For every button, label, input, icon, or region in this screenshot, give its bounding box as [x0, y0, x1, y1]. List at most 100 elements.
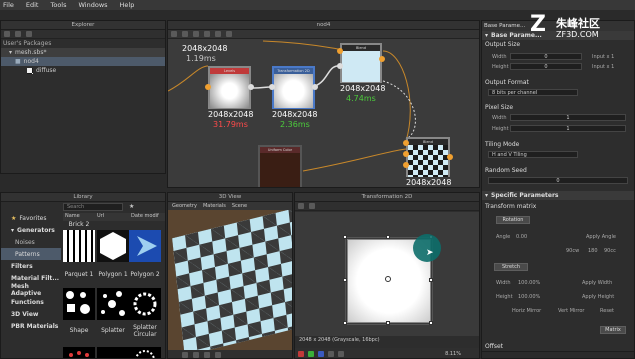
- node-input-pin[interactable]: [337, 63, 343, 69]
- save-icon[interactable]: [26, 31, 32, 37]
- transform-handle[interactable]: [429, 321, 433, 325]
- node-input-pin[interactable]: [205, 84, 211, 90]
- blend-node-2[interactable]: Blend: [406, 137, 450, 177]
- random-seed-field[interactable]: 0: [488, 177, 628, 184]
- base-params-tab[interactable]: Base Parame...: [482, 23, 525, 29]
- menu-help[interactable]: Help: [120, 1, 135, 9]
- new-package-icon[interactable]: [4, 31, 10, 37]
- polygon-2-thumbnail[interactable]: [129, 230, 161, 262]
- apply-width-button[interactable]: Apply Width: [582, 280, 612, 286]
- apply-height-button[interactable]: Apply Height: [582, 294, 614, 300]
- render-icon[interactable]: [204, 352, 210, 358]
- library-search-input[interactable]: Search: [63, 203, 123, 211]
- transform-handle[interactable]: [386, 235, 390, 239]
- menu-windows[interactable]: Windows: [79, 1, 108, 9]
- polygon-1-thumbnail[interactable]: [97, 230, 129, 262]
- transformation-node[interactable]: Transformation 2D: [272, 66, 315, 109]
- 2d-tool-icon[interactable]: [298, 203, 304, 209]
- node-input-pin[interactable]: [403, 162, 409, 168]
- zoom-level[interactable]: 8.11%: [445, 351, 461, 357]
- apply-angle-button[interactable]: Apply Angle: [586, 234, 616, 240]
- pattern-thumbnail[interactable]: [97, 347, 129, 358]
- pixel-height-field[interactable]: 1: [510, 125, 626, 132]
- screenshot-icon[interactable]: [215, 352, 221, 358]
- output-height-field[interactable]: 0: [510, 63, 582, 70]
- transform-handle[interactable]: [343, 235, 347, 239]
- camera-icon[interactable]: [182, 352, 188, 358]
- vert-mirror-button[interactable]: Vert Mirror: [558, 308, 584, 314]
- rotate-90cc-button[interactable]: 90cc: [604, 248, 616, 254]
- menu-geometry[interactable]: Geometry: [172, 203, 197, 209]
- open-icon[interactable]: [15, 31, 21, 37]
- transform-handle[interactable]: [343, 278, 347, 282]
- rotation-button[interactable]: Rotation: [496, 216, 530, 224]
- node-output-pin[interactable]: [248, 84, 254, 90]
- col-name[interactable]: Name: [63, 213, 97, 221]
- parquet-thumbnail[interactable]: [63, 230, 95, 262]
- transform-handle[interactable]: [343, 321, 347, 325]
- matrix-button[interactable]: Matrix: [600, 326, 626, 334]
- angle-value[interactable]: 0.00: [516, 234, 527, 240]
- menu-materials[interactable]: Materials: [203, 203, 226, 209]
- category-mesh-adaptive[interactable]: Mesh Adaptive: [1, 283, 61, 297]
- 3d-viewport[interactable]: [168, 210, 292, 350]
- light-icon[interactable]: [193, 352, 199, 358]
- stretch-height-value[interactable]: 100.00%: [518, 294, 540, 300]
- channel-green-icon[interactable]: [308, 351, 314, 357]
- splatter-circular-thumbnail[interactable]: [129, 288, 161, 320]
- graph-item[interactable]: ■ nod4: [1, 57, 165, 66]
- pattern-thumbnail[interactable]: [63, 347, 95, 358]
- channel-alpha-icon[interactable]: [328, 351, 334, 357]
- output-format-select[interactable]: 8 bits per channel: [488, 89, 578, 96]
- pattern-thumbnail[interactable]: [129, 347, 161, 358]
- node-input-pin[interactable]: [403, 140, 409, 146]
- pivot-handle[interactable]: [385, 276, 391, 282]
- specific-params-header[interactable]: ▾ Specific Parameters: [482, 191, 634, 200]
- output-width-field[interactable]: 0: [510, 53, 582, 60]
- transform-handle[interactable]: [386, 321, 390, 325]
- node-input-pin[interactable]: [269, 84, 275, 90]
- tiling-icon[interactable]: [338, 351, 344, 357]
- node-input-pin[interactable]: [403, 151, 409, 157]
- channel-red-icon[interactable]: [298, 351, 304, 357]
- shape-thumbnail[interactable]: [63, 288, 95, 320]
- menu-edit[interactable]: Edit: [26, 1, 39, 9]
- category-pbr-materials[interactable]: PBR Materials: [1, 320, 61, 332]
- category-generators[interactable]: ▾ Generators: [1, 224, 61, 236]
- menu-scene[interactable]: Scene: [232, 203, 247, 209]
- rotate-180-button[interactable]: 180: [588, 248, 598, 254]
- category-3d-view[interactable]: 3D View: [1, 308, 61, 320]
- favorite-star-icon[interactable]: ★: [129, 203, 134, 210]
- reset-button[interactable]: Reset: [600, 308, 614, 314]
- category-favorites[interactable]: ★ Favorites: [1, 212, 61, 224]
- uniform-color-node[interactable]: Uniform Color: [258, 145, 302, 187]
- blend-node[interactable]: Blend: [340, 43, 382, 83]
- category-patterns[interactable]: Patterns: [1, 248, 61, 260]
- stretch-button[interactable]: Stretch: [494, 263, 528, 271]
- node-input-pin[interactable]: [337, 48, 343, 54]
- category-filters[interactable]: Filters: [1, 260, 61, 272]
- rotate-90cw-button[interactable]: 90cw: [566, 248, 579, 254]
- col-date[interactable]: Date modif: [131, 213, 165, 221]
- col-url[interactable]: Url: [97, 213, 131, 221]
- node-output-pin[interactable]: [379, 56, 385, 62]
- horiz-mirror-button[interactable]: Horiz Mirror: [512, 308, 541, 314]
- category-functions[interactable]: Functions: [1, 296, 61, 308]
- package-item[interactable]: ▾ mesh.sbs*: [1, 48, 165, 57]
- pixel-width-field[interactable]: 1: [510, 114, 626, 121]
- output-height-mode[interactable]: Input x 1: [592, 64, 614, 70]
- transform-handle[interactable]: [429, 278, 433, 282]
- menu-tools[interactable]: Tools: [50, 1, 66, 9]
- levels-node[interactable]: Levels: [208, 66, 251, 109]
- node-output-pin[interactable]: [312, 84, 318, 90]
- splatter-thumbnail[interactable]: [97, 288, 129, 320]
- menu-file[interactable]: File: [3, 1, 14, 9]
- resource-item[interactable]: diffuse: [1, 66, 165, 75]
- category-noises[interactable]: Noises: [1, 236, 61, 248]
- tiling-mode-select[interactable]: H and V Tiling: [488, 151, 578, 158]
- stretch-width-value[interactable]: 100.00%: [518, 280, 540, 286]
- 2d-viewport[interactable]: ➤: [295, 212, 479, 336]
- 2d-tool-icon[interactable]: [309, 203, 315, 209]
- channel-blue-icon[interactable]: [318, 351, 324, 357]
- node-output-pin[interactable]: [447, 154, 453, 160]
